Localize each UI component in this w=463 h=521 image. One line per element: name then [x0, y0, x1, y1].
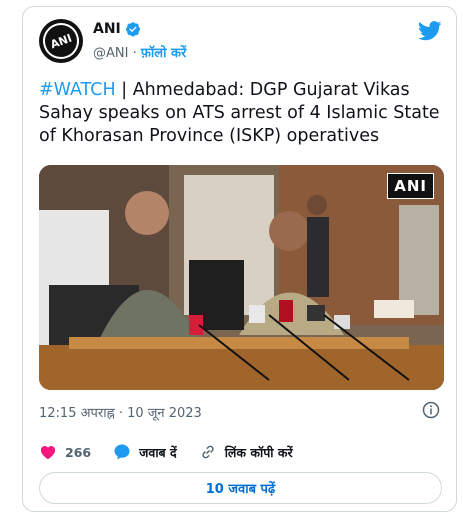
avatar[interactable]: ANI [37, 17, 85, 65]
separator: · [132, 46, 137, 61]
avatar-logo: ANI [37, 17, 85, 65]
reply-bubble-icon [114, 444, 130, 460]
read-replies-button[interactable]: 10 जवाब पढ़ें [39, 472, 442, 504]
verified-badge-icon [125, 22, 140, 37]
reply-button[interactable]: जवाब दें [113, 443, 177, 461]
video-watermark: ANI [387, 173, 434, 199]
timestamp[interactable]: 12:15 अपराह्न · 10 जून 2023 [39, 403, 202, 421]
info-icon[interactable] [422, 401, 440, 419]
twitter-bird-icon[interactable] [418, 21, 442, 41]
copy-link-button[interactable]: लिंक कॉपी करें [199, 443, 293, 461]
tweet-video[interactable]: ANI [39, 165, 444, 390]
heart-icon [40, 446, 56, 460]
video-frame [39, 165, 444, 390]
author-name[interactable]: ANI [93, 21, 121, 37]
reply-label: जवाब दें [139, 444, 177, 460]
tweet-text: #WATCH | Ahmedabad: DGP Gujarat Vikas Sa… [39, 79, 444, 148]
author-name-row[interactable]: ANI [93, 21, 141, 37]
action-bar: 266 जवाब दें लिंक कॉपी करें [39, 441, 444, 463]
tweet-card[interactable]: ANI ANI @ANI · फ़ॉलो करें #WATCH | Ahmed… [22, 6, 457, 512]
link-icon [202, 445, 214, 459]
copy-link-label: लिंक कॉपी करें [224, 444, 293, 460]
hashtag-link[interactable]: #WATCH [39, 80, 116, 100]
likes-count: 266 [65, 444, 92, 460]
follow-link[interactable]: फ़ॉलो करें [141, 46, 186, 61]
author-handle[interactable]: @ANI [93, 46, 128, 61]
like-button[interactable]: 266 [39, 443, 91, 461]
handle-row: @ANI · फ़ॉलो करें [93, 43, 186, 61]
